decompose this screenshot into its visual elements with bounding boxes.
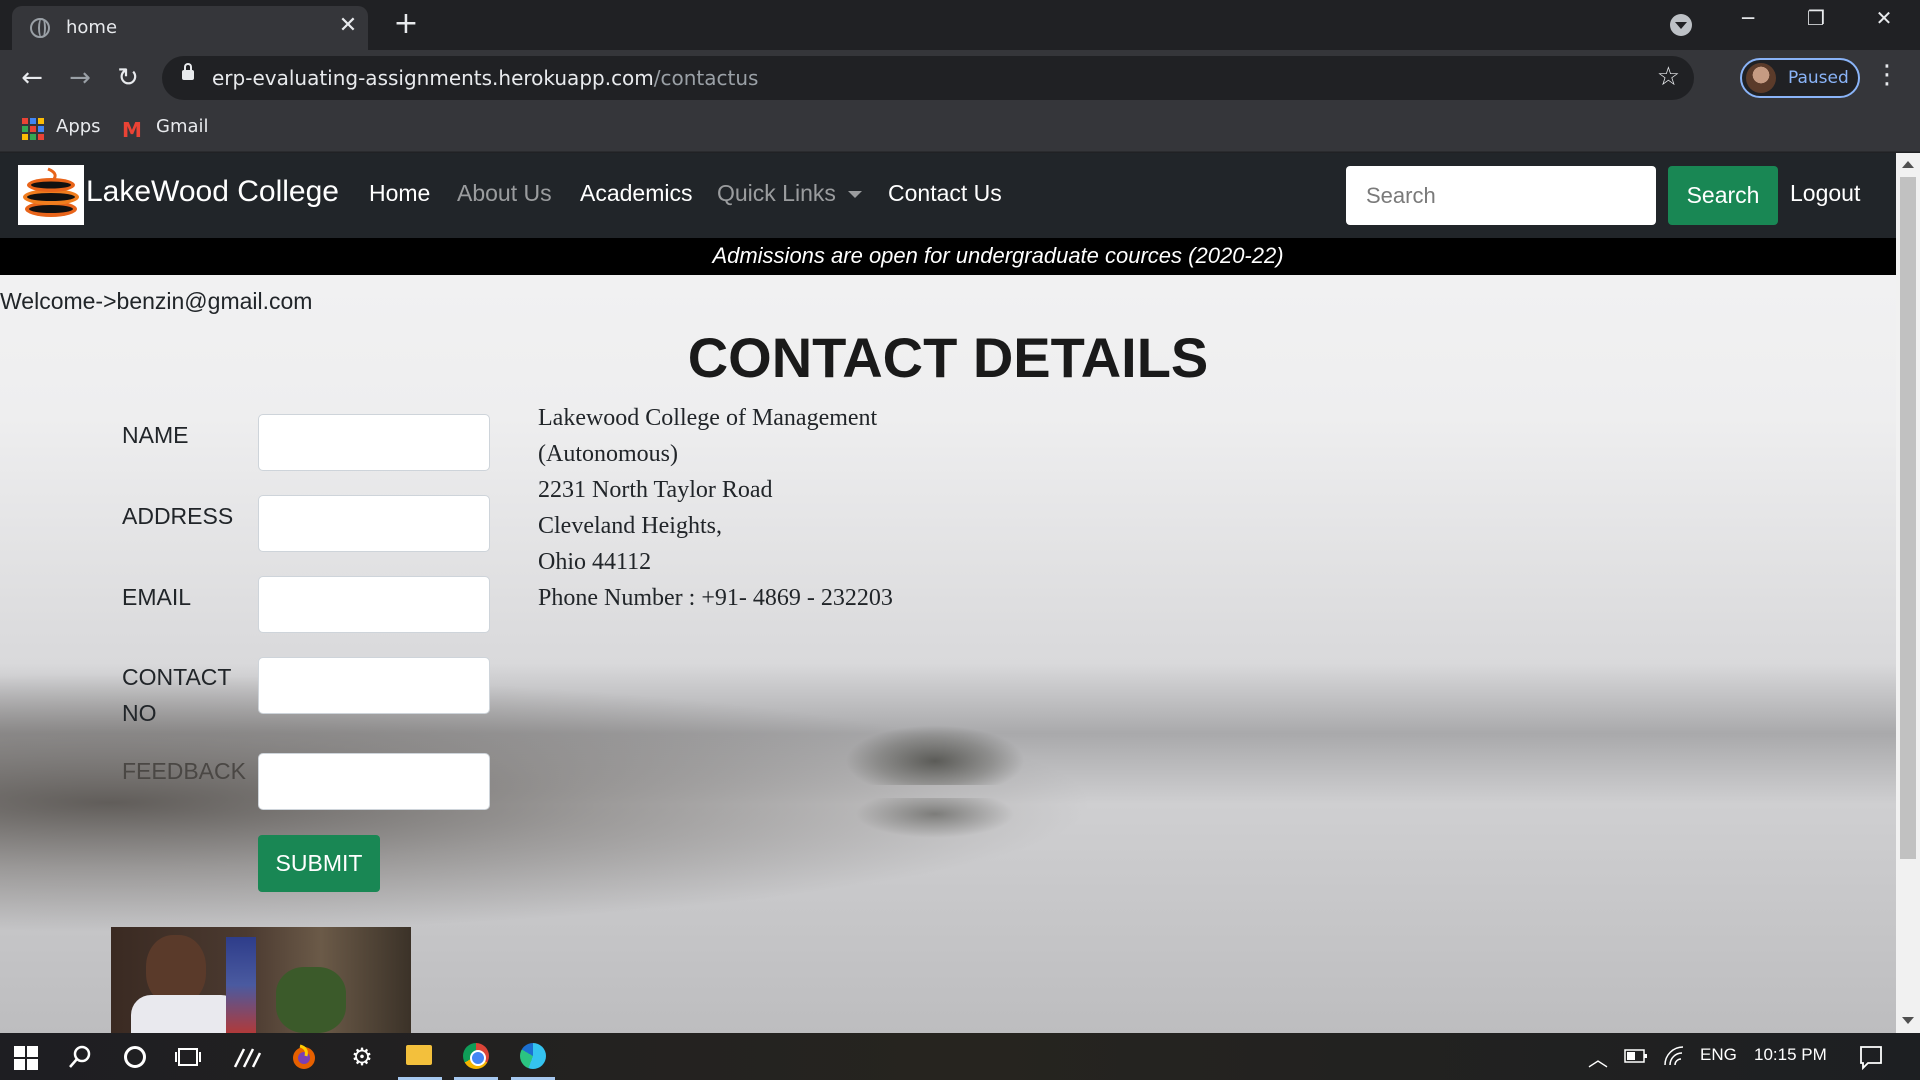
page-title: CONTACT DETAILS	[687, 326, 1209, 389]
forward-icon[interactable]: →	[62, 60, 98, 96]
cortana-icon[interactable]	[124, 1046, 146, 1068]
address-line: Ohio 44112	[538, 549, 652, 575]
windows-taskbar: ⚙ ︿ ENG 10:15 PM	[0, 1033, 1920, 1080]
address-line: 2231 North Taylor Road	[538, 477, 773, 503]
submit-button[interactable]: SUBMIT	[258, 835, 380, 892]
pen-icon[interactable]	[232, 1043, 262, 1071]
bookmark-star-icon[interactable]: ☆	[1657, 62, 1680, 92]
phone-number: Phone Number : +91- 4869 - 232203	[538, 585, 893, 611]
profile-status: Paused	[1788, 68, 1849, 88]
firefox-icon[interactable]	[290, 1042, 318, 1072]
bookmarks-bar: Apps M Gmail	[0, 106, 1920, 152]
email-label: EMAIL	[122, 584, 192, 610]
nav-quick-links[interactable]: Quick Links	[717, 180, 862, 207]
avatar	[1746, 63, 1776, 93]
nav-about-us[interactable]: About Us	[457, 180, 552, 207]
address-line: Cleveland Heights,	[538, 513, 722, 539]
lock-icon[interactable]	[182, 63, 194, 80]
globe-icon	[30, 18, 50, 38]
new-tab-button[interactable]: +	[390, 8, 422, 40]
address-label: ADDRESS	[122, 503, 234, 529]
background-island	[845, 725, 1025, 785]
contact-address: Lakewood College of Management (Autonomo…	[538, 400, 928, 616]
back-icon[interactable]: ←	[14, 60, 50, 96]
contact-no-field[interactable]	[258, 657, 490, 714]
task-view-icon[interactable]	[174, 1043, 202, 1071]
logout-link[interactable]: Logout	[1790, 180, 1860, 207]
site-brand[interactable]: LakeWood College	[86, 175, 339, 209]
url-text: erp-evaluating-assignments.herokuapp.com…	[212, 66, 759, 90]
scroll-thumb[interactable]	[1900, 177, 1916, 859]
welcome-message: Welcome->benzin@gmail.com	[0, 288, 313, 314]
contact-no-label: CONTACT NO	[122, 664, 232, 726]
scroll-down-icon[interactable]	[1902, 1017, 1914, 1024]
clock[interactable]: 10:15 PM	[1754, 1045, 1827, 1065]
browser-toolbar: ← → ↻ erp-evaluating-assignments.herokua…	[0, 50, 1920, 106]
bookmark-gmail[interactable]: Gmail	[156, 116, 209, 137]
site-navbar: LakeWood College Home About Us Academics…	[0, 153, 1896, 238]
language-indicator[interactable]: ENG	[1700, 1045, 1737, 1065]
tab-title: home	[66, 17, 118, 38]
address-field[interactable]	[258, 495, 490, 552]
tab-search-icon[interactable]	[1670, 14, 1692, 36]
name-field[interactable]	[258, 414, 490, 471]
search-button[interactable]: Search	[1668, 166, 1778, 225]
gmail-icon[interactable]: M	[122, 118, 142, 142]
announcement-text: Admissions are open for undergraduate co…	[712, 243, 1284, 268]
restore-icon[interactable]: ❐	[1796, 6, 1836, 30]
wifi-icon[interactable]	[1662, 1045, 1686, 1067]
page-viewport: LakeWood College Home About Us Academics…	[0, 153, 1920, 1033]
tab-close-icon[interactable]: ✕	[336, 14, 360, 38]
email-field[interactable]	[258, 576, 490, 633]
college-logo[interactable]	[18, 165, 84, 225]
chevron-up-icon[interactable]: ︿	[1588, 1043, 1608, 1072]
reload-icon[interactable]: ↻	[110, 60, 146, 96]
windows-start-icon[interactable]	[14, 1046, 38, 1070]
nav-academics[interactable]: Academics	[580, 180, 692, 207]
nav-contact-us[interactable]: Contact Us	[888, 180, 1002, 207]
nav-home[interactable]: Home	[369, 180, 430, 207]
address-line: Lakewood College of Management (Autonomo…	[538, 405, 878, 467]
scroll-up-icon[interactable]	[1902, 161, 1914, 168]
minimize-icon[interactable]: ─	[1728, 6, 1768, 30]
apps-grid-icon[interactable]	[22, 118, 44, 140]
chrome-icon[interactable]	[463, 1043, 489, 1069]
edge-icon[interactable]	[520, 1043, 546, 1069]
browser-tab-strip: home ✕ + ─ ❐ ✕	[0, 0, 1920, 50]
announcement-banner: Admissions are open for undergraduate co…	[0, 238, 1896, 275]
file-explorer-icon[interactable]	[406, 1045, 432, 1065]
search-input[interactable]	[1346, 166, 1656, 225]
address-bar[interactable]: erp-evaluating-assignments.herokuapp.com…	[162, 56, 1694, 100]
profile-button[interactable]: Paused	[1740, 58, 1860, 98]
embedded-video[interactable]	[111, 927, 411, 1033]
page-scrollbar[interactable]	[1896, 153, 1920, 1033]
background-island-reflection	[855, 798, 1015, 838]
notifications-icon[interactable]	[1858, 1044, 1884, 1070]
feedback-label: FEEDBACK	[122, 758, 246, 784]
feedback-field[interactable]	[258, 753, 490, 810]
close-window-icon[interactable]: ✕	[1864, 6, 1904, 30]
chrome-menu-icon[interactable]: ⋮	[1874, 60, 1900, 90]
name-label: NAME	[122, 422, 189, 448]
settings-icon[interactable]: ⚙	[344, 1039, 380, 1075]
battery-icon[interactable]	[1624, 1047, 1648, 1065]
bookmark-apps[interactable]: Apps	[56, 116, 101, 137]
search-icon[interactable]	[66, 1043, 94, 1071]
caret-down-icon	[847, 191, 862, 199]
college-logo-icon	[23, 167, 79, 217]
browser-tab[interactable]: home ✕	[12, 6, 368, 50]
